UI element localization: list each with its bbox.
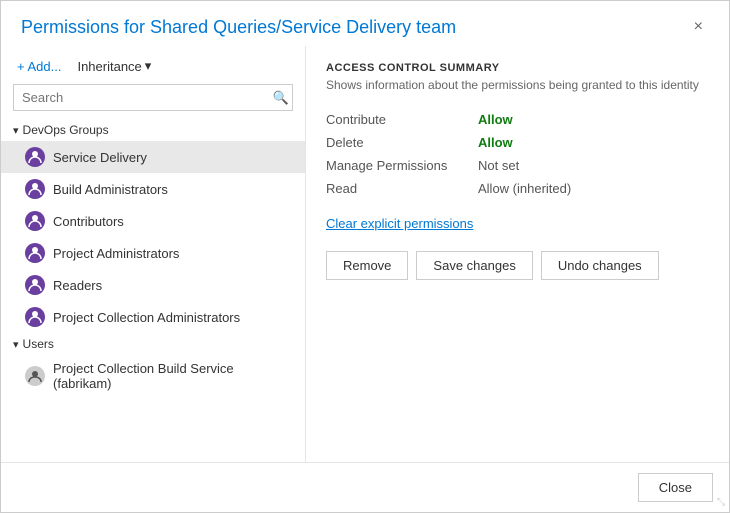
list-item[interactable]: Project Collection Build Service (fabrik… [1,355,305,397]
close-x-button[interactable]: × [688,17,709,37]
add-button[interactable]: + Add... [13,57,65,76]
avatar [25,211,45,231]
perm-value: Allow [478,135,513,150]
right-panel: ACCESS CONTROL SUMMARY Shows information… [306,46,729,462]
devops-groups-header[interactable]: DevOps Groups [1,119,305,141]
dialog-title: Permissions for Shared Queries/Service D… [21,17,456,38]
remove-button[interactable]: Remove [326,251,408,280]
dialog-header: Permissions for Shared Queries/Service D… [1,1,729,46]
save-changes-button[interactable]: Save changes [416,251,532,280]
inheritance-label: Inheritance [77,59,141,74]
list-item[interactable]: Build Administrators [1,173,305,205]
avatar [25,147,45,167]
perm-value: Allow (inherited) [478,181,571,196]
item-label: Service Delivery [53,150,147,165]
dialog: Permissions for Shared Queries/Service D… [0,0,730,513]
item-label: Build Administrators [53,182,168,197]
perm-name: Delete [326,135,466,150]
item-label: Project Administrators [53,246,179,261]
access-summary-title: ACCESS CONTROL SUMMARY [326,62,709,74]
list-item[interactable]: Contributors [1,205,305,237]
toolbar: + Add... Inheritance ▾ [1,56,305,84]
inheritance-button[interactable]: Inheritance ▾ [71,56,157,76]
permissions-table: Contribute Allow Delete Allow Manage Per… [326,108,709,200]
search-box: 🔍 [13,84,293,111]
dialog-body: + Add... Inheritance ▾ 🔍 DevOps Groups [1,46,729,462]
perm-row: Contribute Allow [326,108,709,131]
perm-name: Read [326,181,466,196]
chevron-down-icon [13,123,19,137]
list-item[interactable]: Project Administrators [1,237,305,269]
item-label: Readers [53,278,102,293]
list-item[interactable]: Project Collection Administrators [1,301,305,333]
perm-value: Not set [478,158,519,173]
perm-row: Manage Permissions Not set [326,154,709,177]
perm-name: Contribute [326,112,466,127]
list-item[interactable]: Readers [1,269,305,301]
clear-explicit-permissions-link[interactable]: Clear explicit permissions [326,216,709,231]
devops-groups-label: DevOps Groups [23,123,109,137]
perm-name: Manage Permissions [326,158,466,173]
avatar [25,307,45,327]
avatar [25,179,45,199]
avatar [25,243,45,263]
perm-row: Delete Allow [326,131,709,154]
dialog-footer: Close [1,462,729,512]
perm-row: Read Allow (inherited) [326,177,709,200]
inheritance-chevron-icon: ▾ [145,58,152,74]
users-group-header[interactable]: Users [1,333,305,355]
users-group-label: Users [23,337,54,351]
perm-value: Allow [478,112,513,127]
undo-changes-button[interactable]: Undo changes [541,251,659,280]
item-label: Project Collection Administrators [53,310,240,325]
search-icon: 🔍 [273,90,289,105]
item-label: Contributors [53,214,124,229]
users-chevron-down-icon [13,337,19,351]
avatar [25,366,45,386]
list-item[interactable]: Service Delivery [1,141,305,173]
avatar [25,275,45,295]
close-dialog-button[interactable]: Close [638,473,713,502]
item-label: Project Collection Build Service (fabrik… [53,361,293,391]
left-panel: + Add... Inheritance ▾ 🔍 DevOps Groups [1,46,306,462]
search-icon-button[interactable]: 🔍 [273,90,289,106]
action-buttons: Remove Save changes Undo changes [326,251,709,280]
search-input[interactable] [13,84,293,111]
resize-handle[interactable]: ⤡ [717,497,725,508]
access-summary-desc: Shows information about the permissions … [326,78,709,92]
